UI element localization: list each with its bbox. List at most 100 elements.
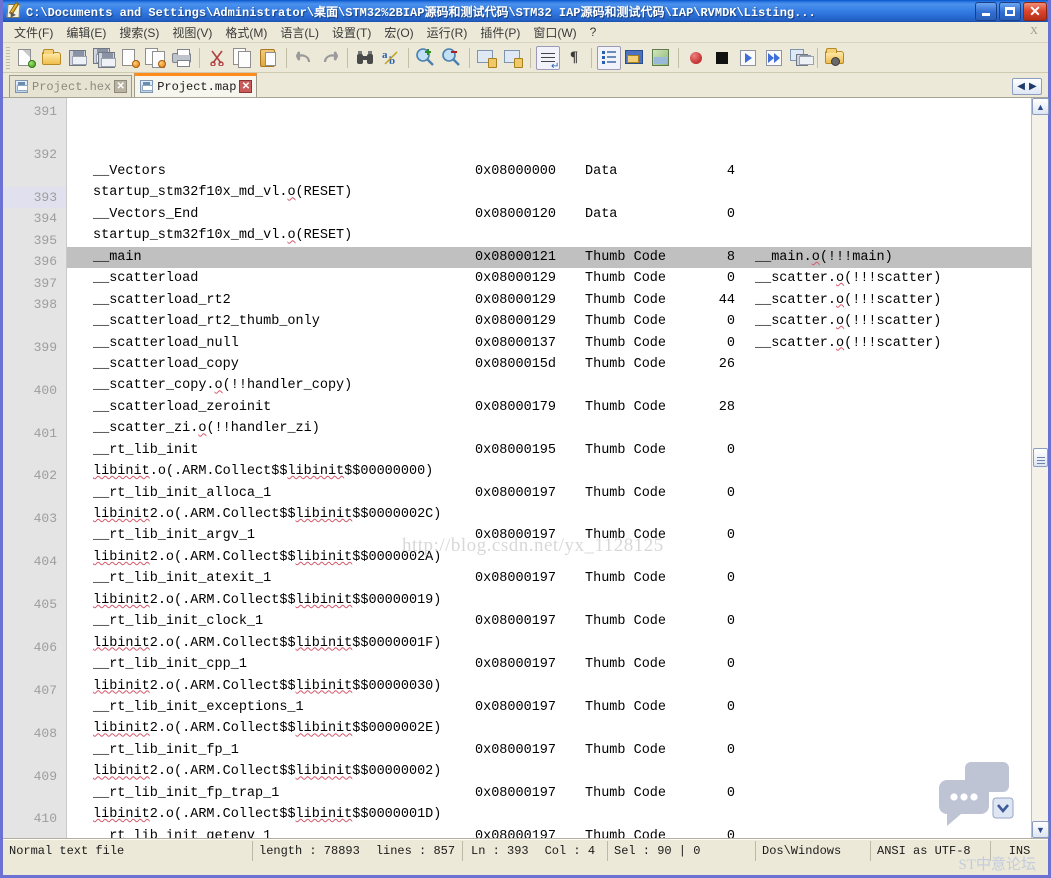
new-file-icon[interactable] [14, 46, 38, 70]
menu-item-file[interactable]: 文件(F) [8, 22, 60, 43]
copy-icon[interactable] [231, 46, 255, 70]
stop-record-macro-icon[interactable] [710, 46, 734, 70]
code-row[interactable]: __rt_lib_init_cpp_1 0x08000197 Thumb Code 0 [67, 654, 1031, 675]
play-macro-icon[interactable] [736, 46, 760, 70]
code-row[interactable]: __rt_lib_init_exceptions_1 0x08000197 Thum… [67, 697, 1031, 718]
scrollbar-thumb[interactable] [1033, 448, 1048, 467]
code-row[interactable]: __Vectors 0x08000000 Data 4 [67, 161, 1031, 182]
code-row-continuation[interactable]: libinit2.o(.ARM.Collect$$libinit$$000000… [67, 676, 1031, 697]
paste-icon[interactable] [257, 46, 281, 70]
cut-icon[interactable] [205, 46, 229, 70]
close-all-files-icon[interactable] [144, 46, 168, 70]
maximize-button[interactable] [999, 1, 1021, 21]
code-row-continuation[interactable]: __scatter_copy.o(!!handler_copy) [67, 375, 1031, 396]
code-row[interactable]: __scatterload_null 0x08000137 Thumb Code 0 _… [67, 333, 1031, 354]
code-row-continuation[interactable]: libinit2.o(.ARM.Collect$$libinit$$000000… [67, 761, 1031, 782]
scroll-down-icon[interactable]: ▼ [1032, 821, 1049, 838]
close-icon[interactable]: ✕ [239, 80, 253, 93]
indent-guide-icon[interactable] [597, 45, 621, 70]
code-row[interactable]: __rt_lib_init 0x08000195 Thumb Code 0 [67, 440, 1031, 461]
symbol-address: 0x08000197 [475, 528, 557, 544]
code-row-continuation[interactable]: libinit2.o(.ARM.Collect$$libinit$$000000… [67, 547, 1031, 568]
menu-item-format[interactable]: 格式(M) [219, 22, 274, 43]
tab-scroll-buttons[interactable]: ◀ ▶ [1012, 78, 1042, 95]
code-row-continuation[interactable]: libinit2.o(.ARM.Collect$$libinit$$000000… [67, 633, 1031, 654]
print-icon[interactable] [170, 46, 194, 70]
code-row[interactable]: __scatterload 0x08000129 Thumb Code 0 __scat… [67, 268, 1031, 289]
code-row-continuation[interactable]: startup_stm32f10x_md_vl.o(RESET) [67, 182, 1031, 203]
code-row[interactable]: __scatterload_rt2_thumb_only 0x08000129 Th… [67, 311, 1031, 332]
menu-item-search[interactable]: 搜索(S) [113, 22, 166, 43]
symbol-name: __Vectors_End [93, 206, 199, 222]
toolbar-grip[interactable] [6, 46, 10, 69]
code-row-continuation[interactable]: libinit2.o(.ARM.Collect$$libinit$$000000… [67, 504, 1031, 525]
line-number: 407 [33, 682, 57, 698]
code-row[interactable]: __rt_lib_init_getenv_1 0x08000197 Thumb Co… [67, 826, 1031, 838]
tab-next-icon[interactable]: ▶ [1029, 81, 1037, 92]
undo-icon[interactable] [292, 46, 316, 70]
close-document-button[interactable]: X [1030, 25, 1038, 37]
run-program-icon[interactable] [823, 46, 847, 70]
vertical-scrollbar[interactable]: ▲ ▼ [1031, 98, 1049, 838]
toolbar-separator [286, 47, 287, 68]
save-all-icon[interactable] [92, 46, 116, 70]
menu-item-settings[interactable]: 设置(T) [326, 22, 378, 43]
menu-item-window[interactable]: 窗口(W) [527, 22, 583, 43]
code-row[interactable]: __scatterload_copy 0x0800015d Thumb Code 26 [67, 354, 1031, 375]
run-macro-multiple-icon[interactable] [762, 46, 786, 70]
zoom-in-icon[interactable] [414, 46, 438, 70]
redo-icon[interactable] [318, 46, 342, 70]
close-button[interactable]: ✕ [1023, 1, 1047, 21]
symbol-type: Thumb Code [585, 335, 667, 351]
user-defined-dialog-icon[interactable] [623, 46, 647, 70]
code-row[interactable]: __rt_lib_init_argv_1 0x08000197 Thumb Code… [67, 525, 1031, 546]
zoom-out-icon[interactable] [440, 46, 464, 70]
word-wrap-icon[interactable]: ↵ [536, 45, 560, 72]
menu-item-language[interactable]: 语言(L) [274, 22, 326, 43]
sync-scroll-vertical-icon[interactable] [475, 46, 499, 70]
tab-project-map[interactable]: Project.map ✕ [134, 73, 258, 97]
menu-item-run[interactable]: 运行(R) [421, 22, 475, 43]
start-record-macro-icon[interactable] [684, 46, 708, 70]
code-row-continuation[interactable]: __scatter_zi.o(!!handler_zi) [67, 418, 1031, 439]
code-row[interactable]: __rt_lib_init_clock_1 0x08000197 Thumb Cod… [67, 611, 1031, 632]
tab-prev-icon[interactable]: ◀ [1017, 81, 1025, 92]
code-row[interactable]: __rt_lib_init_alloca_1 0x08000197 Thumb Co… [67, 483, 1031, 504]
save-icon[interactable] [66, 46, 90, 70]
code-row-continuation[interactable]: libinit2.o(.ARM.Collect$$libinit$$000000… [67, 590, 1031, 611]
menu-item-help[interactable]: ? [584, 23, 604, 41]
menu-item-plugins[interactable]: 插件(P) [474, 22, 527, 43]
code-row[interactable]: __scatterload_rt2 0x08000129 Thumb Code 44 _… [67, 290, 1031, 311]
code-row-continuation[interactable]: libinit.o(.ARM.Collect$$libinit$$0000000… [67, 461, 1031, 482]
open-file-icon[interactable] [40, 46, 64, 70]
menu-item-edit[interactable]: 编辑(E) [60, 22, 113, 43]
menu-item-view[interactable]: 视图(V) [166, 22, 219, 43]
show-all-characters-icon[interactable]: ¶ [562, 46, 586, 70]
code-row[interactable]: __Vectors_End 0x08000120 Data 0 [67, 204, 1031, 225]
code-row[interactable]: __rt_lib_init_fp_1 0x08000197 Thumb Code 0 [67, 740, 1031, 761]
minimize-button[interactable] [975, 1, 997, 21]
line-number-wrap: . [3, 487, 66, 508]
code-row[interactable]: __scatterload_zeroinit 0x08000179 Thumb Co… [67, 397, 1031, 418]
symbol-size: 0 [726, 785, 735, 801]
close-file-icon[interactable] [118, 46, 142, 70]
scroll-up-icon[interactable]: ▲ [1032, 98, 1049, 115]
replace-icon[interactable]: a b [379, 46, 403, 70]
symbol-size: 0 [726, 206, 735, 222]
close-icon[interactable]: ✕ [114, 80, 128, 93]
line-number: 391 [33, 104, 57, 119]
code-row-continuation[interactable]: libinit2.o(.ARM.Collect$$libinit$$000000… [67, 804, 1031, 825]
save-macro-icon[interactable] [788, 46, 814, 70]
title-bar[interactable]: C:\Documents and Settings\Administrator\… [3, 0, 1048, 22]
sync-scroll-horizontal-icon[interactable] [501, 46, 525, 70]
code-view[interactable]: http://blog.csdn.net/yx_1128125 __Vector… [67, 98, 1031, 838]
code-row-continuation[interactable]: libinit2.o(.ARM.Collect$$libinit$$000000… [67, 718, 1031, 739]
code-row[interactable]: __rt_lib_init_fp_trap_1 0x08000197 Thumb C… [67, 783, 1031, 804]
document-map-icon[interactable] [649, 46, 673, 70]
menu-item-macro[interactable]: 宏(O) [378, 22, 420, 43]
tab-project-hex[interactable]: Project.hex ✕ [9, 75, 133, 97]
find-icon[interactable] [353, 46, 377, 70]
code-row-continuation[interactable]: startup_stm32f10x_md_vl.o(RESET) [67, 225, 1031, 246]
code-row[interactable]: __main 0x08000121 Thumb Code 8 __main.o(!!!m… [67, 246, 1031, 269]
code-row[interactable]: __rt_lib_init_atexit_1 0x08000197 Thumb Co… [67, 568, 1031, 589]
